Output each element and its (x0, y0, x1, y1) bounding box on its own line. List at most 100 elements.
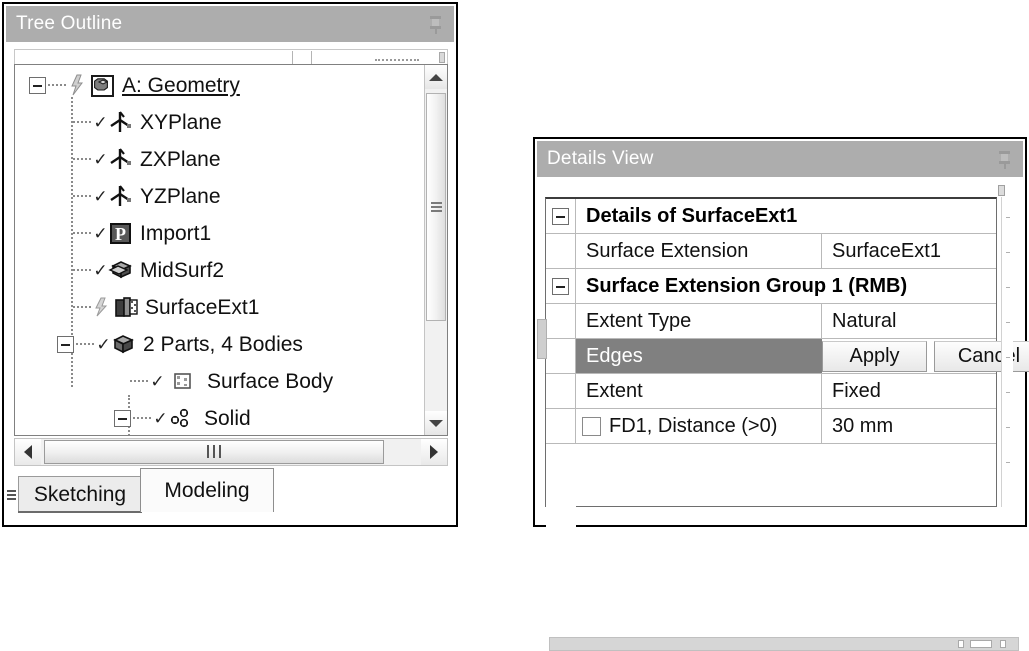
property-name: Surface Extension (576, 234, 822, 268)
refresh-bolt-icon (93, 295, 113, 321)
expander-minus-icon[interactable] (552, 277, 569, 295)
tree-item-solid[interactable]: ✓ Solid (114, 400, 251, 435)
property-value[interactable]: 30 mm (822, 409, 996, 443)
suppress-check-icon: ✓ (93, 224, 108, 243)
scroll-up-arrow-icon[interactable] (425, 65, 447, 89)
expander-minus-icon[interactable] (114, 410, 131, 427)
row-gutter (546, 374, 576, 408)
tree-outline-title: Tree Outline (16, 13, 123, 34)
panel-drag-handle[interactable] (6, 482, 16, 508)
solid-body-icon (168, 406, 198, 432)
details-row-fd1-distance[interactable]: FD1, Distance (>0) 30 mm (546, 409, 996, 444)
tree-item-parts-bodies[interactable]: ✓ 2 Parts, 4 Bodies (57, 326, 303, 363)
scroll-down-arrow-icon[interactable] (425, 411, 447, 435)
expander-minus-icon[interactable] (552, 207, 569, 225)
suppress-check-icon: ✓ (93, 187, 108, 206)
tree-item-label: Import1 (140, 222, 212, 245)
tree-connector-dots (48, 83, 66, 88)
details-group-header-row[interactable]: Surface Extension Group 1 (RMB) (546, 269, 996, 304)
tree-connector-dots (73, 194, 91, 199)
details-row-edges[interactable]: Edges Apply Cancel (546, 339, 1029, 374)
surface-extension-icon (113, 295, 139, 321)
parameter-checkbox[interactable] (582, 416, 601, 436)
tree-horizontal-scrollbar[interactable] (14, 438, 448, 466)
scroll-right-arrow-icon[interactable] (421, 439, 447, 465)
tree-nodes-container: A: Geometry ✓ XYPlane ✓ ZXPlane ✓ YZPlan… (15, 65, 426, 435)
property-value[interactable]: Natural (822, 304, 996, 338)
details-panel-drag-handle[interactable] (537, 319, 547, 359)
tree-item-a-geometry[interactable]: A: Geometry (29, 67, 240, 104)
tree-vertical-scrollbar[interactable] (424, 65, 447, 435)
pushpin-icon[interactable] (991, 146, 1017, 172)
tree-column-header-strip (14, 49, 448, 65)
tree-connector-dots (73, 231, 91, 236)
tab-sketching[interactable]: Sketching (18, 476, 142, 512)
tree-outline-titlebar: Tree Outline (6, 6, 454, 42)
tree-item-label: SurfaceExt1 (145, 296, 260, 319)
details-vertical-scroll-track[interactable] (1001, 197, 1013, 507)
scrollbar-segment[interactable] (1000, 640, 1006, 648)
tree-item-label: A: Geometry (122, 74, 240, 97)
details-view-title: Details View (547, 148, 654, 169)
property-name: Extent (576, 374, 822, 408)
column-resize-knob[interactable] (439, 52, 445, 63)
tree-item-label: YZPlane (140, 185, 221, 208)
tree-item-import1[interactable]: ✓ P Import1 (71, 215, 211, 252)
property-name-with-checkbox: FD1, Distance (>0) (576, 409, 822, 443)
svg-text:P: P (115, 224, 126, 244)
expander-minus-icon[interactable] (57, 336, 74, 353)
cancel-button[interactable]: Cancel (934, 341, 1029, 372)
row-gutter (546, 304, 576, 338)
parts-bodies-icon (111, 332, 137, 358)
suppress-check-icon: ✓ (96, 335, 111, 354)
property-value[interactable]: Fixed (822, 374, 996, 408)
details-row-extent-type[interactable]: Extent Type Natural (546, 304, 996, 339)
midsurface-icon (108, 258, 134, 284)
suppress-check-icon: ✓ (150, 372, 165, 391)
details-view-titlebar: Details View (537, 141, 1023, 177)
tree-item-zxplane[interactable]: ✓ ZXPlane (71, 141, 221, 178)
tree-connector-dots (73, 268, 91, 273)
suppress-check-icon: ✓ (153, 409, 168, 428)
tree-item-xyplane[interactable]: ✓ XYPlane (71, 104, 222, 141)
details-empty-area (546, 444, 996, 544)
expander-minus-icon[interactable] (29, 77, 46, 94)
tree-item-label: 2 Parts, 4 Bodies (143, 333, 303, 356)
vertical-scrollbar-thumb[interactable] (426, 93, 446, 321)
scroll-left-arrow-icon[interactable] (15, 439, 41, 465)
property-value[interactable]: SurfaceExt1 (822, 234, 996, 268)
tab-modeling[interactable]: Modeling (140, 468, 274, 512)
tree-item-yzplane[interactable]: ✓ YZPlane (71, 178, 221, 215)
details-row-extent[interactable]: Extent Fixed (546, 374, 996, 409)
grip-lines-icon (430, 200, 442, 214)
row-gutter (546, 234, 576, 268)
edges-action-cell: Apply Cancel (822, 339, 1029, 373)
tree-item-midsurf2[interactable]: ✓ MidSurf2 (71, 252, 224, 289)
tree-view[interactable]: A: Geometry ✓ XYPlane ✓ ZXPlane ✓ YZPlan… (14, 64, 448, 436)
tree-item-label: XYPlane (140, 111, 222, 134)
details-group-header-row[interactable]: Details of SurfaceExt1 (546, 199, 996, 234)
column-resize-knob[interactable] (998, 185, 1005, 196)
row-gutter (546, 409, 576, 443)
tree-item-surface-body[interactable]: ✓ Surface Body (128, 363, 333, 400)
tree-item-label: ZXPlane (140, 148, 221, 171)
scrollbar-segment[interactable] (958, 640, 964, 648)
group-expander-cell[interactable] (546, 199, 576, 233)
details-horizontal-scrollbar[interactable] (549, 637, 1019, 651)
pushpin-icon[interactable] (422, 11, 448, 37)
group-header-label: Details of SurfaceExt1 (586, 204, 798, 227)
horizontal-scrollbar-thumb[interactable] (44, 440, 384, 464)
details-row-surface-extension[interactable]: Surface Extension SurfaceExt1 (546, 234, 996, 269)
details-property-grid[interactable]: Details of SurfaceExt1 Surface Extension… (545, 197, 1029, 544)
plane-axis-icon (108, 147, 134, 173)
scrollbar-thumb[interactable] (970, 640, 992, 648)
suppress-check-icon: ✓ (93, 113, 108, 132)
group-expander-cell[interactable] (546, 269, 576, 303)
row-gutter (546, 444, 576, 544)
tree-item-label: MidSurf2 (140, 259, 225, 282)
apply-button[interactable]: Apply (822, 341, 927, 372)
tree-tabstrip: Sketching Modeling (18, 468, 448, 518)
group-header-label: Surface Extension Group 1 (RMB) (586, 274, 908, 297)
tree-connector-dots (133, 416, 151, 421)
tree-item-surfaceext1[interactable]: SurfaceExt1 (71, 289, 259, 326)
